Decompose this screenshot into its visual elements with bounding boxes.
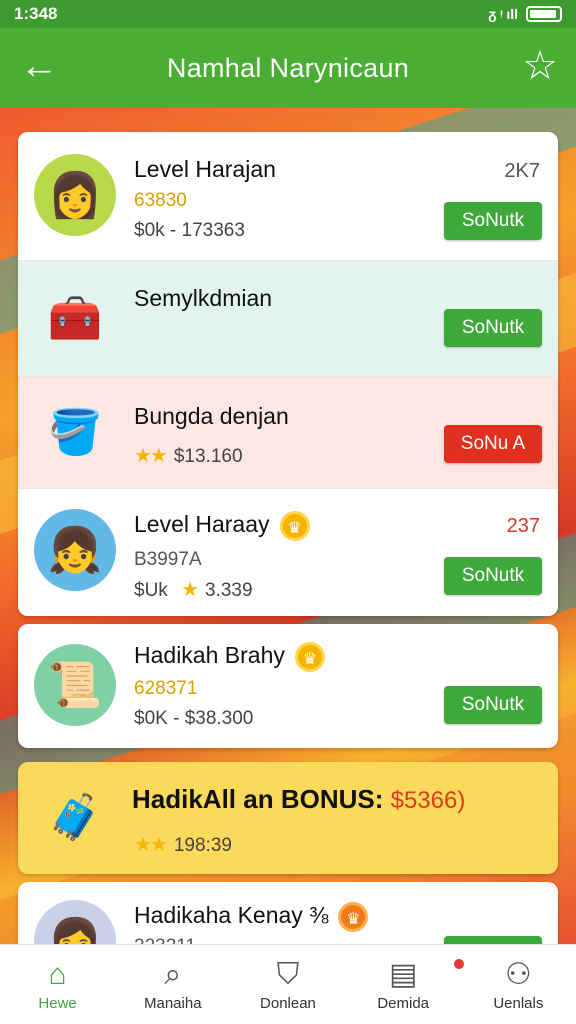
bonus-value: 198:39: [173, 835, 232, 856]
bottom-navigation: ⌂ Hewe ⌕ Manaiha ⛉ Donlean ▤ Demida ⚇ Ue…: [0, 944, 576, 1024]
item-count: 237: [506, 515, 540, 537]
star-icon: ★: [181, 579, 199, 601]
item-rating-value: 3.339: [205, 580, 253, 601]
item-name-text: Level Haraay: [134, 511, 270, 538]
list-item[interactable]: 👩 Level Harajan 63830 $0k - 173363 2K7 S…: [18, 132, 558, 260]
shield-icon: ⛉: [276, 958, 300, 991]
treasure-chest-icon: 🧳: [47, 793, 103, 842]
item-price: $0k - 173363: [134, 220, 245, 241]
document-icon: 📜: [34, 644, 116, 726]
nav-label: Donlean: [260, 995, 316, 1012]
item-rating-price: ★★ $13.160: [134, 443, 243, 468]
item-name-text: Hadikaha Kenay: [134, 902, 303, 929]
nav-label: Hewe: [38, 995, 77, 1012]
list-card: 👩 Level Harajan 63830 $0k - 173363 2K7 S…: [18, 132, 558, 616]
item-action-button[interactable]: SoNutk: [444, 202, 542, 240]
home-icon: ⌂: [48, 958, 67, 991]
battery-icon: [526, 6, 562, 22]
item-name: Level Harajan: [134, 156, 276, 182]
item-name: Hadikah Brahy ♛: [134, 642, 325, 672]
search-icon: ⌕: [164, 958, 182, 991]
box-icon: 🧰: [47, 294, 103, 343]
bonus-title: HadikAll an BONUS: $5366): [132, 784, 465, 815]
favorite-star-icon[interactable]: ☆: [522, 44, 558, 88]
item-count: 2K7: [504, 160, 540, 182]
item-price: $Uk ★ 3.339: [134, 577, 253, 602]
item-name: Level Haraay ♛: [134, 511, 310, 541]
list-item[interactable]: 👧 Level Haraay ♛ B3997A $Uk ★ 3.339 237 So…: [18, 488, 558, 616]
item-price: $13.160: [173, 446, 243, 467]
rating-stars: ★★: [134, 834, 168, 856]
crown-badge-icon: ♛: [279, 511, 310, 541]
status-time: 1:348: [14, 4, 58, 23]
user-icon: ⚇: [504, 958, 532, 991]
bonus-amount: $5366): [390, 787, 466, 814]
back-arrow-icon[interactable]: ←: [20, 46, 58, 86]
page-title: Namhal Narynicaun: [166, 52, 410, 83]
list-item[interactable]: 🪣 Bungda denjan ★★ $13.160 SoNu A: [18, 376, 558, 488]
nav-label: Manaiha: [144, 995, 202, 1012]
avatar: 👧: [34, 509, 116, 591]
list-item[interactable]: 📜 Hadikah Brahy ♛ 628371 $0K - $38.300 So…: [18, 624, 558, 748]
nav-label: Demida: [377, 995, 429, 1012]
item-name-text: Hadikah Brahy: [134, 642, 285, 669]
item-price: $0K - $38.300: [134, 708, 254, 729]
bucket-icon: 🪣: [47, 408, 103, 457]
item-price-prefix: $Uk: [134, 580, 168, 601]
item-mark: ⅜: [309, 902, 329, 929]
nav-search[interactable]: ⌕ Manaiha: [118, 957, 228, 1012]
signal-icons: ᵹ ᵎ ıll: [488, 6, 518, 22]
list-item[interactable]: 🧰 Semylkdmian SoNutk: [18, 260, 558, 376]
item-name: Bungda denjan: [134, 403, 289, 429]
app-header: ← Namhal Narynicaun ☆: [0, 28, 576, 108]
inbox-icon: ▤: [348, 957, 465, 995]
nav-label: Uenlals: [493, 995, 544, 1012]
nav-home[interactable]: ⌂ Hewe: [3, 957, 113, 1012]
nav-shield[interactable]: ⛉ Donlean: [233, 957, 343, 1012]
nav-inbox[interactable]: ▤ Demida: [348, 957, 465, 1012]
item-code: 628371: [134, 678, 198, 699]
item-action-button[interactable]: SoNu A: [444, 425, 542, 463]
avatar: 👩: [34, 154, 116, 236]
item-code: 63830: [134, 190, 187, 211]
bonus-rating: ★★ 198:39: [134, 832, 232, 857]
bonus-title-text: HadikAll an BONUS:: [132, 784, 391, 814]
item-name: Semylkdmian: [134, 285, 273, 311]
item-code: B3997A: [134, 549, 202, 570]
crown-badge-icon: ♛: [338, 902, 369, 932]
item-action-button[interactable]: SoNutk: [444, 309, 542, 347]
status-bar: 1:348 ᵹ ᵎ ıll: [0, 0, 576, 28]
item-action-button[interactable]: SoNutk: [444, 557, 542, 595]
crown-badge-icon: ♛: [294, 642, 325, 672]
item-name: Hadikaha Kenay ⅜ ♛: [134, 902, 369, 932]
item-action-button[interactable]: SoNutk: [444, 686, 542, 724]
bonus-card[interactable]: 🧳 HadikAll an BONUS: $5366) ★★ 198:39: [18, 762, 558, 874]
rating-stars: ★★: [134, 445, 168, 467]
nav-profile[interactable]: ⚇ Uenlals: [463, 957, 573, 1012]
